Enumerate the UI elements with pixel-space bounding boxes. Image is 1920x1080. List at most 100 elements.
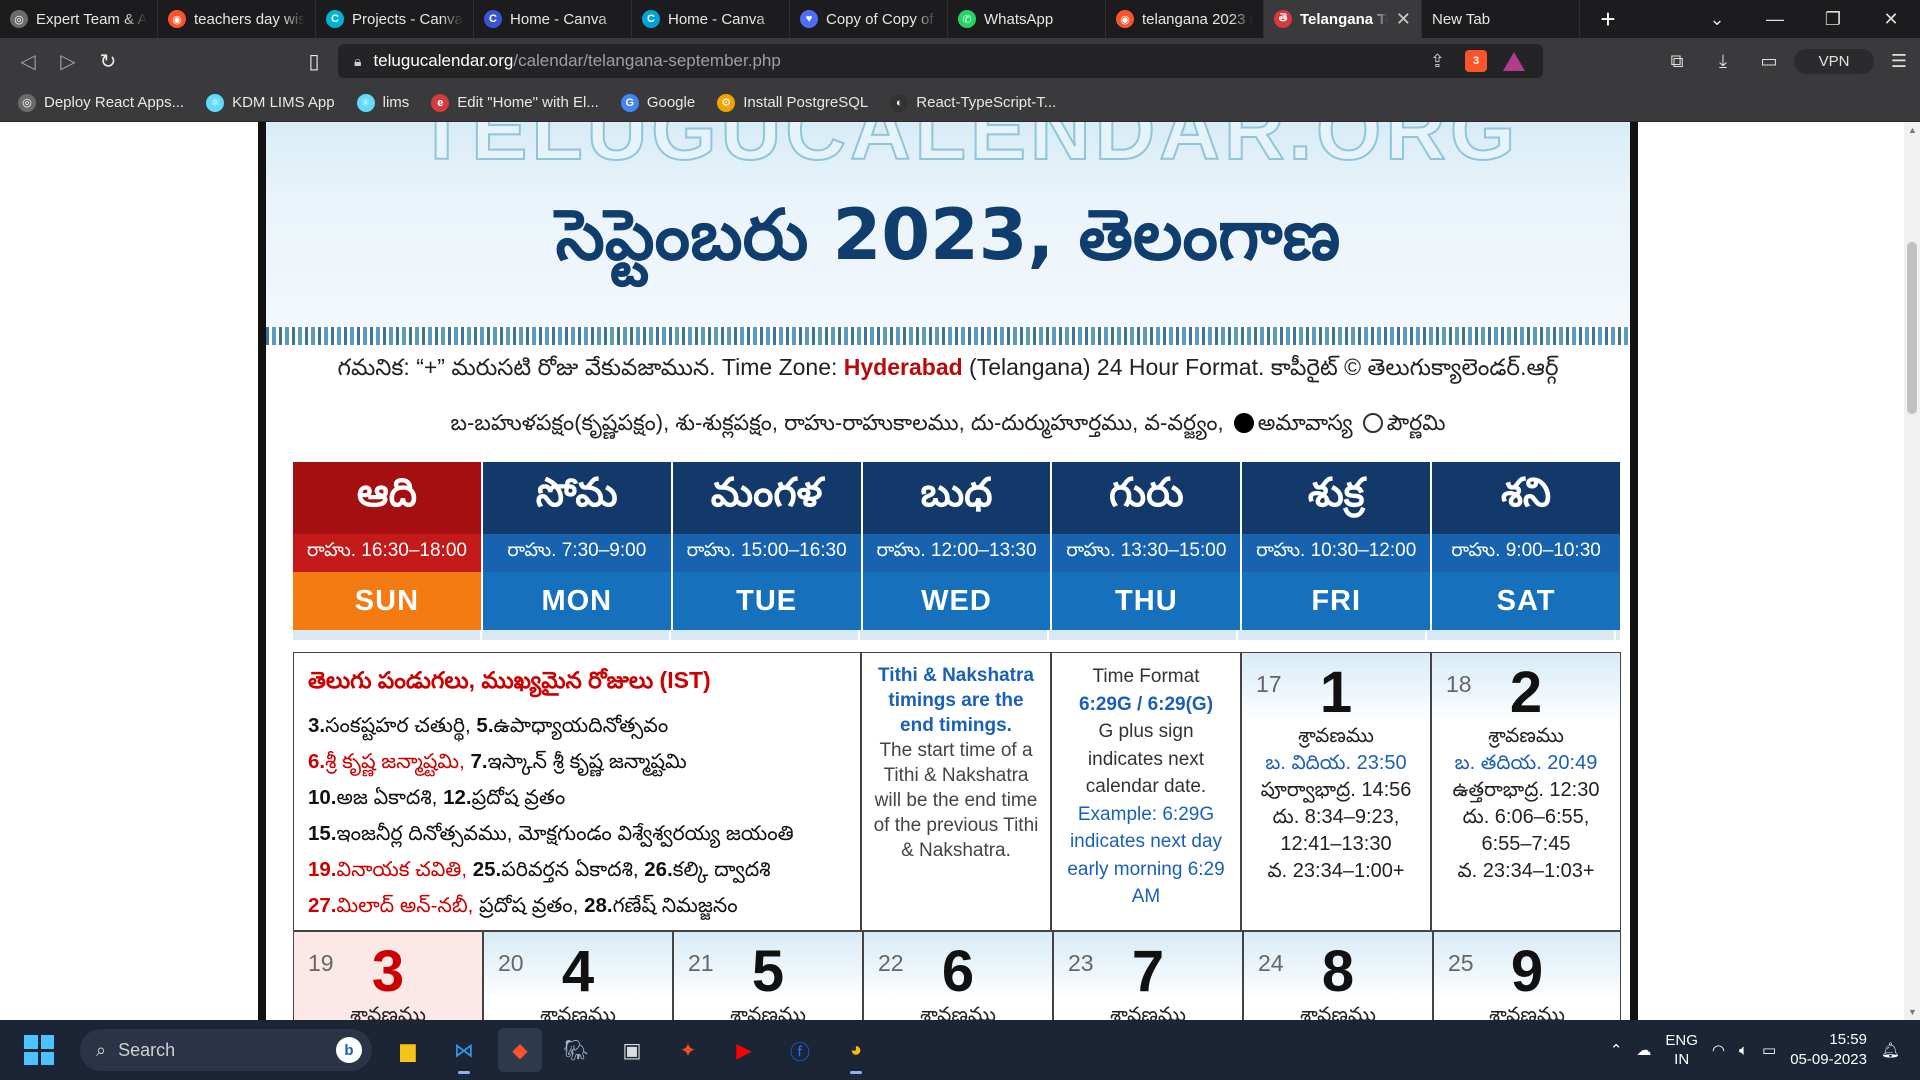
bookmark-item[interactable]: ◐ React-TypeScript-T... (890, 93, 1056, 112)
scroll-up-icon[interactable]: ▲ (1908, 125, 1917, 135)
browser-tab[interactable]: ♥ Copy of Copy of (790, 0, 948, 38)
bookmark-item[interactable]: ⚛ KDM LIMS App (206, 93, 335, 112)
figma-icon[interactable]: ✦ (666, 1028, 710, 1072)
festival-text[interactable]: 19. (308, 858, 337, 881)
chrome-icon[interactable]: ◕ (834, 1028, 878, 1074)
brave-browser-icon[interactable]: ◆ (498, 1028, 542, 1072)
windows-start-icon[interactable] (24, 1035, 54, 1065)
brave-rewards-icon[interactable] (1503, 51, 1525, 71)
close-window-icon[interactable]: ✕ (1862, 9, 1920, 30)
lock-icon[interactable]: 🔒︎ (354, 53, 361, 70)
forward-icon[interactable]: ▷ (48, 41, 88, 81)
festival-text[interactable]: 6. (308, 750, 325, 773)
festival-text[interactable]: వినాయక చవితి, (337, 858, 473, 881)
page-scrollbar[interactable]: ▲ ▼ (1904, 122, 1920, 1020)
minimize-icon[interactable]: — (1746, 9, 1804, 30)
festival-text[interactable]: ఉపాధ్యాయదినోత్సవం (494, 714, 669, 737)
bookmark-item[interactable]: ◎ Deploy React Apps... (18, 93, 184, 112)
festival-text[interactable]: గణేష్ నిమజ్జనం (613, 894, 738, 917)
day-cell[interactable]: 22 6 శ్రావణము (863, 931, 1053, 1020)
browser-tab[interactable]: ✆ WhatsApp (948, 0, 1106, 38)
postgresql-icon[interactable]: 🐘︎ (554, 1028, 598, 1072)
download-icon[interactable]: ⤓ (1702, 51, 1744, 72)
browser-tab[interactable]: C Home - Canva (632, 0, 790, 38)
region-code: IN (1674, 1051, 1690, 1068)
brave-shields-icon[interactable]: 3 (1465, 50, 1487, 72)
taskbar-clock[interactable]: 15:59 05-09-2023 (1790, 1030, 1867, 1070)
facebook-icon[interactable]: ⓕ (778, 1028, 822, 1072)
address-bar[interactable]: 🔒︎ telugucalendar.org /calendar/telangan… (338, 44, 1543, 78)
festival-text[interactable]: 26. (644, 858, 673, 881)
festival-text[interactable]: ఇస్కాన్ శ్రీ కృష్ణ జన్మాష్టమి (488, 750, 687, 773)
festival-text[interactable]: 7. (470, 750, 487, 773)
bookmark-item[interactable]: G Google (620, 93, 696, 112)
festival-text[interactable]: ప్రదోష వ్రతం (472, 786, 566, 809)
day-cell[interactable]: 21 5 శ్రావణము (673, 931, 863, 1020)
bookmark-icon[interactable]: ▯ (294, 41, 334, 81)
panchang-line: శ్రావణము (350, 1004, 426, 1020)
extensions-icon[interactable]: ⧉ (1656, 51, 1698, 72)
festival-text[interactable]: 10. (308, 786, 337, 809)
browser-tab[interactable]: New Tab (1422, 0, 1580, 38)
festival-text[interactable]: 12. (443, 786, 472, 809)
onedrive-icon[interactable]: ☁ (1636, 1041, 1651, 1059)
festival-text[interactable]: 3. (308, 714, 325, 737)
vpn-button[interactable]: VPN (1794, 48, 1874, 74)
festival-text[interactable]: అజ ఏకాదశి, (337, 786, 444, 809)
bing-icon[interactable]: b (336, 1037, 362, 1063)
note-city[interactable]: Hyderabad (844, 354, 963, 380)
browser-tab[interactable]: ◉ teachers day wishes (158, 0, 316, 38)
wallet-icon[interactable]: ▭ (1748, 51, 1790, 72)
tab-close-icon[interactable]: ✕ (1396, 9, 1411, 30)
festival-text[interactable]: 5. (476, 714, 493, 737)
back-icon[interactable]: ◁ (8, 41, 48, 81)
day-cell[interactable]: 17 1 శ్రావణము బ. విదియ. 23:50 పూర్వాభాద్ర. 1… (1241, 652, 1431, 931)
bookmark-item[interactable]: e Edit "Home" with El... (431, 93, 599, 112)
festival-text[interactable]: మిలాద్ అన్-నబీ, (337, 894, 480, 917)
day-cell[interactable]: 20 4 శ్రావణము (483, 931, 673, 1020)
browser-tab[interactable]: తె Telangana Te ✕ (1264, 0, 1422, 38)
festival-text[interactable]: 15. (308, 822, 337, 845)
browser-tab[interactable]: C Projects - Canva (316, 0, 474, 38)
day-cell[interactable]: 18 2 శ్రావణము బ. తదియ. 20:49 ఉత్తరాభాద్ర. 12… (1431, 652, 1621, 931)
battery-icon[interactable]: ▭ (1762, 1041, 1776, 1059)
day-cell[interactable]: 19 3 శ్రావణము (293, 931, 483, 1020)
terminal-icon[interactable]: ▣ (610, 1028, 654, 1072)
festival-text[interactable]: శ్రీ కృష్ణ జన్మాష్టమి, (325, 750, 470, 773)
youtube-icon[interactable]: ▶ (722, 1028, 766, 1072)
vscode-icon[interactable]: ⋈ (442, 1028, 486, 1074)
festival-text[interactable]: కల్కి ద్వాదశి (673, 858, 771, 881)
reload-icon[interactable]: ↻ (88, 41, 128, 81)
browser-tab[interactable]: ◉ telangana 2023 s (1106, 0, 1264, 38)
notifications-icon[interactable]: 🔔︎ (1881, 1041, 1900, 1059)
maximize-icon[interactable]: ❐ (1804, 9, 1862, 30)
tab-search-chevron-icon[interactable]: ⌄ (1688, 9, 1746, 30)
browser-tab[interactable]: C Home - Canva (474, 0, 632, 38)
share-icon[interactable]: ⇪ (1430, 51, 1445, 72)
scroll-down-icon[interactable]: ▼ (1908, 1007, 1917, 1017)
day-cell[interactable]: 25 9 శ్రావణము (1433, 931, 1621, 1020)
festival-text[interactable]: 28. (584, 894, 613, 917)
festival-text[interactable]: 25. (473, 858, 502, 881)
festival-text[interactable]: ఇంజనీర్ల దినోత్సవము, మోక్షగుండం విశ్వేశ్… (337, 822, 794, 845)
festival-text[interactable]: 27. (308, 894, 337, 917)
new-tab-button[interactable]: + (1580, 0, 1636, 38)
volume-icon[interactable]: 🔈︎ (1739, 1042, 1748, 1059)
bookmark-item[interactable]: ⚛ lims (356, 93, 409, 112)
festival-text[interactable]: పరివర్తన ఏకాదశి, (501, 858, 644, 881)
taskbar-search[interactable]: ⌕ Search b (80, 1029, 372, 1071)
wifi-icon[interactable]: ◠ (1712, 1041, 1725, 1059)
show-hidden-icons-chevron-icon[interactable]: ⌃ (1610, 1041, 1623, 1059)
festival-text[interactable]: ప్రదోష వ్రతం, (479, 894, 584, 917)
menu-icon[interactable]: ☰ (1878, 51, 1920, 72)
scrollbar-thumb[interactable] (1907, 242, 1917, 414)
file-explorer-icon[interactable]: ▆ (386, 1028, 430, 1072)
time-format-body: G plus sign indicates next calendar date… (1085, 721, 1207, 797)
festival-text[interactable]: సంకష్టహర చతుర్థి, (325, 714, 476, 737)
language-indicator[interactable]: ENG IN (1665, 1031, 1698, 1069)
bookmark-item[interactable]: ⚙ Install PostgreSQL (717, 93, 868, 112)
day-cell[interactable]: 24 8 శ్రావణము (1243, 931, 1433, 1020)
day-cell[interactable]: 23 7 శ్రావణము (1053, 931, 1243, 1020)
bookmark-label: Google (646, 94, 696, 111)
browser-tab[interactable]: ◎ Expert Team & AI (0, 0, 158, 38)
